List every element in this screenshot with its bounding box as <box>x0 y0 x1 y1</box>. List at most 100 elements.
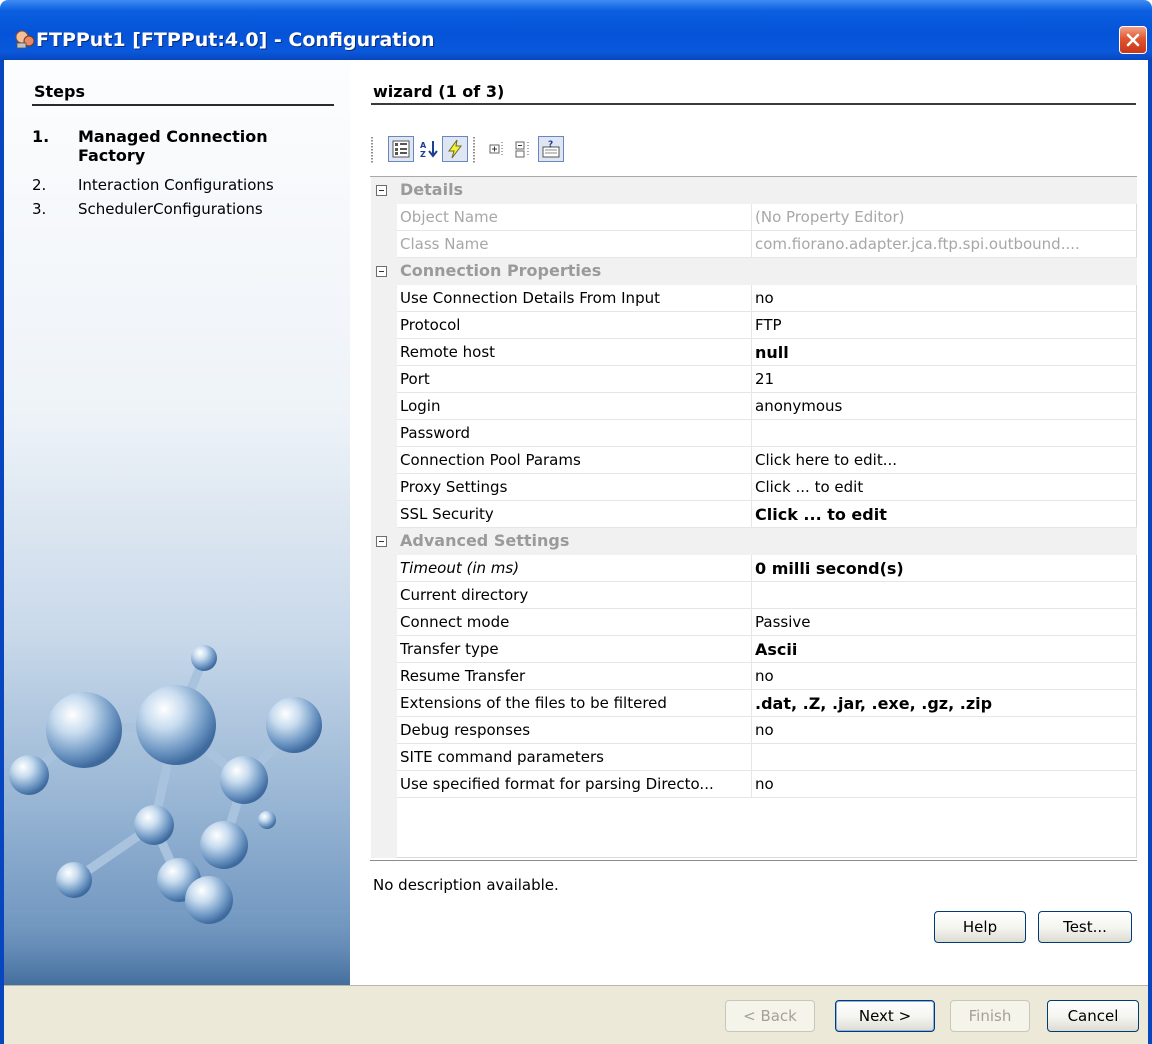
property-name: Use Connection Details From Input <box>400 289 660 307</box>
property-row-site-command-parameters[interactable]: SITE command parameters <box>397 744 1137 771</box>
column-divider <box>751 312 752 339</box>
category-label: Details <box>400 180 464 199</box>
expand-all-button[interactable] <box>485 136 511 162</box>
collapse-toggle-icon[interactable] <box>376 266 387 277</box>
property-name: Login <box>400 397 441 415</box>
close-button[interactable] <box>1119 26 1147 54</box>
column-divider <box>751 663 752 690</box>
property-value[interactable]: Click here to edit... <box>755 451 1133 469</box>
property-value[interactable]: FTP <box>755 316 1133 334</box>
property-value[interactable]: 21 <box>755 370 1133 388</box>
category-label: Connection Properties <box>400 261 602 280</box>
steps-divider <box>32 104 334 106</box>
property-value: com.fiorano.adapter.jca.ftp.spi.outbound… <box>755 235 1080 253</box>
collapse-toggle-icon[interactable] <box>376 536 387 547</box>
property-value[interactable]: Click ... to edit <box>755 505 1133 524</box>
property-name: Connection Pool Params <box>400 451 581 469</box>
property-row-proxy-settings[interactable]: Proxy Settings Click ... to edit <box>397 474 1137 501</box>
property-value[interactable]: null <box>755 343 1133 362</box>
property-row-ssl-security[interactable]: SSL Security Click ... to edit <box>397 501 1137 528</box>
property-value[interactable]: Ascii <box>755 640 1133 659</box>
property-name: Remote host <box>400 343 496 361</box>
property-name: Debug responses <box>400 721 531 739</box>
help-description-icon: ? <box>542 140 560 158</box>
property-value[interactable]: .dat, .Z, .jar, .exe, .gz, .zip <box>755 694 1133 713</box>
property-row-extensions-filter[interactable]: Extensions of the files to be filtered .… <box>397 690 1137 717</box>
column-divider <box>751 771 752 798</box>
property-row-use-connection-details[interactable]: Use Connection Details From Input no <box>397 285 1137 312</box>
next-button[interactable]: Next > <box>835 1000 935 1032</box>
column-divider <box>751 636 752 663</box>
collapse-all-icon <box>515 141 529 158</box>
step-label: SchedulerConfigurations <box>78 200 263 218</box>
property-value[interactable]: anonymous <box>755 397 1133 415</box>
property-value[interactable]: no <box>755 721 1133 739</box>
property-name: Use specified format for parsing Directo… <box>400 775 714 793</box>
property-row-password[interactable]: Password <box>397 420 1137 447</box>
property-row-login[interactable]: Login anonymous <box>397 393 1137 420</box>
property-value[interactable]: 0 milli second(s) <box>755 559 1133 578</box>
toggle-description-button[interactable]: ? <box>538 136 564 162</box>
toolbar-grip <box>371 137 373 163</box>
back-button[interactable]: < Back <box>725 1000 815 1032</box>
title-bar[interactable]: FTPPut1 [FTPPut:4.0] - Configuration <box>0 0 1152 60</box>
property-row-protocol[interactable]: Protocol FTP <box>397 312 1137 339</box>
property-row-class-name[interactable]: Class Name com.fiorano.adapter.jca.ftp.s… <box>397 231 1137 258</box>
help-button[interactable]: Help <box>934 911 1026 943</box>
test-button[interactable]: Test... <box>1038 911 1132 943</box>
step-label: Interaction Configurations <box>78 176 274 194</box>
property-name: Transfer type <box>400 640 499 658</box>
sort-alphabetical-icon: A Z <box>420 141 438 159</box>
finish-button[interactable]: Finish <box>950 1000 1030 1032</box>
description-divider <box>370 860 1137 861</box>
column-divider <box>751 204 752 231</box>
show-modified-button[interactable] <box>442 136 468 162</box>
column-divider <box>751 582 752 609</box>
property-value[interactable]: Click ... to edit <box>755 478 1133 496</box>
property-value[interactable]: Passive <box>755 613 1133 631</box>
property-row-connection-pool-params[interactable]: Connection Pool Params Click here to edi… <box>397 447 1137 474</box>
window-title: FTPPut1 [FTPPut:4.0] - Configuration <box>36 29 435 51</box>
category-advanced-settings[interactable]: Advanced Settings <box>371 528 1137 555</box>
app-icon <box>15 30 35 49</box>
step-number: 3. <box>32 200 47 218</box>
column-divider <box>751 339 752 366</box>
property-row-object-name[interactable]: Object Name (No Property Editor) <box>397 204 1137 231</box>
step-number: 2. <box>32 176 47 194</box>
property-row-port[interactable]: Port 21 <box>397 366 1137 393</box>
step-number: 1. <box>32 127 50 146</box>
column-divider <box>751 231 752 258</box>
collapse-all-button[interactable] <box>511 136 537 162</box>
property-row-directory-format[interactable]: Use specified format for parsing Directo… <box>397 771 1137 798</box>
property-row-connect-mode[interactable]: Connect mode Passive <box>397 609 1137 636</box>
property-row-transfer-type[interactable]: Transfer type Ascii <box>397 636 1137 663</box>
categorized-view-button[interactable] <box>388 136 414 162</box>
steps-panel: Steps 1. Managed Connection Factory 2. I… <box>4 60 350 985</box>
cancel-button[interactable]: Cancel <box>1047 1000 1139 1032</box>
property-value[interactable]: no <box>755 289 1133 307</box>
property-value[interactable]: no <box>755 667 1133 685</box>
molecule-illustration <box>4 645 350 985</box>
property-row-debug-responses[interactable]: Debug responses no <box>397 717 1137 744</box>
property-description: No description available. <box>373 876 559 894</box>
property-name: Current directory <box>400 586 529 604</box>
sort-alphabetical-button[interactable]: A Z <box>416 136 442 162</box>
column-divider <box>751 420 752 447</box>
property-value[interactable]: no <box>755 775 1133 793</box>
property-row-current-directory[interactable]: Current directory <box>397 582 1137 609</box>
category-connection-properties[interactable]: Connection Properties <box>371 258 1137 285</box>
step-label: Managed Connection Factory <box>78 127 268 165</box>
property-row-remote-host[interactable]: Remote host null <box>397 339 1137 366</box>
steps-heading: Steps <box>34 82 85 101</box>
category-details[interactable]: Details <box>371 177 1137 204</box>
wizard-divider <box>371 103 1136 105</box>
column-divider <box>751 744 752 771</box>
property-row-timeout[interactable]: Timeout (in ms) 0 milli second(s) <box>397 555 1137 582</box>
property-row-resume-transfer[interactable]: Resume Transfer no <box>397 663 1137 690</box>
wizard-heading: wizard (1 of 3) <box>373 82 505 101</box>
property-name: Connect mode <box>400 613 510 631</box>
property-name: Extensions of the files to be filtered <box>400 694 667 712</box>
property-name: SITE command parameters <box>400 748 604 766</box>
collapse-toggle-icon[interactable] <box>376 185 387 196</box>
property-toolbar: A Z ? <box>370 133 650 171</box>
